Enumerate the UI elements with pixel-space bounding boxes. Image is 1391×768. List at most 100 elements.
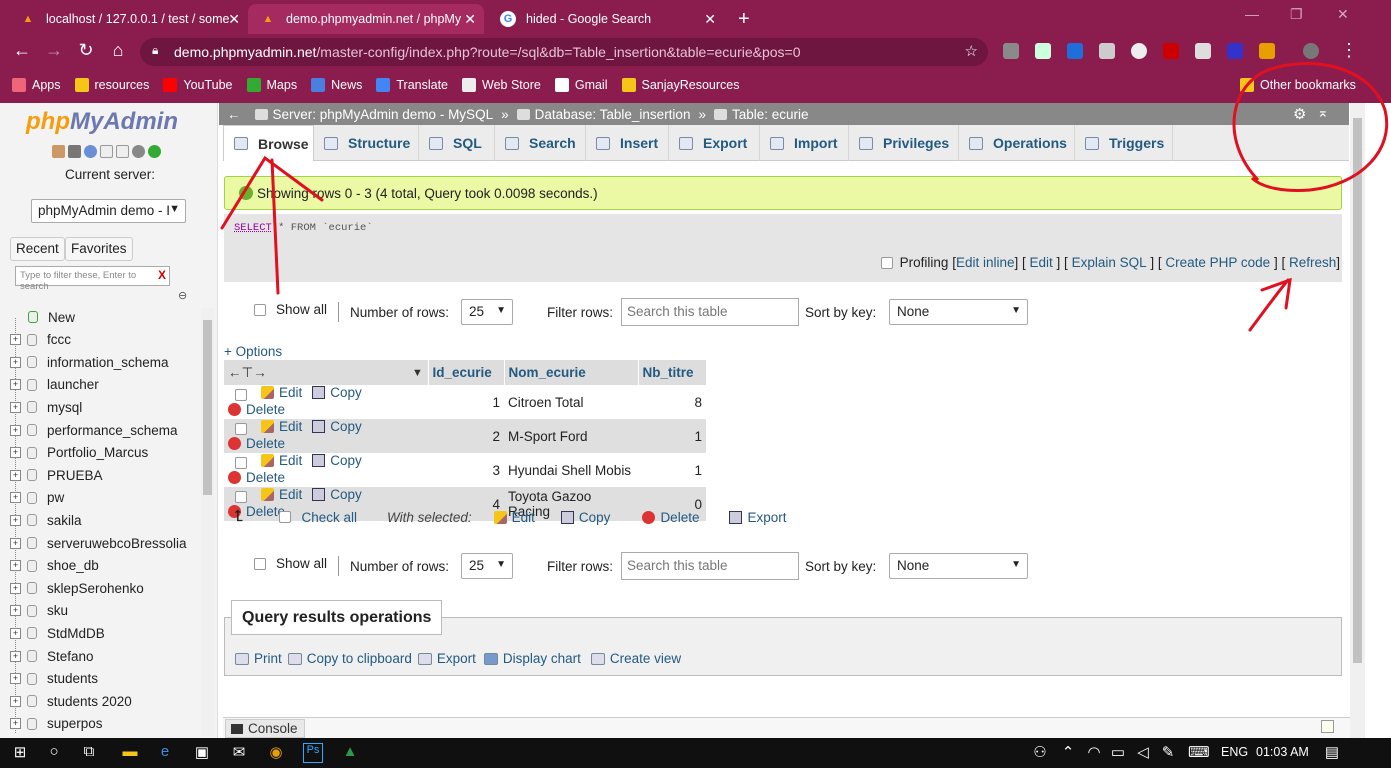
bookmark-translate[interactable]: Translate [376, 78, 448, 92]
extension-icon[interactable] [1259, 43, 1275, 59]
tab-operations[interactable]: Operations [959, 125, 1075, 161]
expand-icon[interactable]: + [10, 582, 21, 594]
sort-by-key-select[interactable]: None ▼ [889, 553, 1028, 579]
photoshop-icon[interactable]: Ps [303, 743, 323, 763]
explain-sql-link[interactable]: Explain SQL [1072, 255, 1147, 270]
extension-icon[interactable] [1099, 43, 1115, 59]
home-icon[interactable]: ⌂ [106, 40, 130, 61]
cell-nb[interactable]: 1 [638, 453, 706, 487]
show-all-bottom[interactable]: Show all [254, 556, 327, 571]
tree-database-item[interactable]: + pw [10, 488, 64, 508]
edit-link[interactable]: Edit [1030, 255, 1053, 270]
tree-database-item[interactable]: + launcher [10, 375, 99, 395]
cell-nb[interactable]: 1 [638, 419, 706, 453]
tree-database-item[interactable]: + Stefano [10, 646, 94, 666]
bookmark-maps[interactable]: Maps [246, 78, 297, 92]
create-php-code-link[interactable]: Create PHP code [1165, 255, 1270, 270]
console-button[interactable]: Console [225, 719, 305, 738]
search-icon[interactable]: ○ [44, 743, 64, 763]
phpmyadmin-logo[interactable]: phpMyAdmin [26, 108, 178, 136]
help-icon[interactable] [84, 145, 97, 158]
collapse-top-icon[interactable]: ⌅ [1317, 104, 1329, 121]
expand-icon[interactable]: + [10, 424, 21, 436]
browser-tab-localhost[interactable]: ▲ localhost / 127.0.0.1 / test / some ✕ [8, 4, 248, 34]
show-all-checkbox[interactable] [254, 303, 266, 316]
filter-rows-input[interactable]: Search this table [621, 298, 799, 326]
database-filter-input[interactable]: Type to filter these, Enter to search X [15, 266, 170, 292]
edit-inline-link[interactable]: Edit inline [956, 255, 1015, 270]
tree-database-item[interactable]: + PRUEBA [10, 465, 103, 485]
drive-extension-icon[interactable] [1003, 43, 1019, 59]
wifi-icon[interactable]: ◠ [1084, 743, 1104, 763]
expand-icon[interactable]: + [10, 627, 21, 639]
sort-by-key-select[interactable]: None ▼ [889, 299, 1028, 325]
tree-database-item[interactable]: + StdMdDB [10, 623, 105, 643]
expand-icon[interactable]: + [10, 356, 21, 368]
tab-structure[interactable]: Structure [314, 125, 419, 161]
logout-icon[interactable] [68, 145, 81, 158]
extension-icon[interactable] [1195, 43, 1211, 59]
cell-id[interactable]: 1 [428, 385, 504, 419]
tree-database-item[interactable]: + sku [10, 601, 68, 621]
expand-icon[interactable]: + [10, 718, 21, 730]
cell-nb[interactable]: 8 [638, 385, 706, 419]
task-view-icon[interactable]: ⧉ [79, 743, 99, 763]
expand-icon[interactable]: + [10, 401, 21, 413]
language-indicator[interactable]: ENG [1221, 745, 1248, 759]
bookmark-resources[interactable]: resources [74, 78, 149, 92]
tab-triggers[interactable]: Triggers [1075, 125, 1173, 161]
row-checkbox[interactable] [235, 389, 247, 402]
extension-icon[interactable] [1067, 43, 1083, 59]
console-options-icon[interactable] [1321, 720, 1334, 733]
breadcrumb-database[interactable]: Database: Table_insertion [535, 107, 691, 122]
new-tab-button[interactable]: + [730, 4, 760, 34]
row-checkbox[interactable] [235, 491, 247, 504]
address-bar[interactable]: 🔒︎ demo.phpmyadmin.net/master-config/ind… [140, 38, 988, 66]
cell-nom[interactable]: M-Sport Ford [504, 419, 638, 453]
close-tab-icon[interactable]: ✕ [704, 11, 716, 28]
clear-filter-icon[interactable]: X [158, 268, 166, 282]
expand-icon[interactable]: + [10, 447, 21, 459]
maximize-icon[interactable]: ❐ [1290, 6, 1303, 23]
print-link[interactable]: Print [254, 651, 282, 666]
row-copy-button[interactable]: Copy [312, 453, 362, 468]
bookmark-webstore[interactable]: Web Store [462, 78, 541, 92]
link-icon[interactable]: ⊖ [178, 289, 187, 302]
tab-sql[interactable]: SQL [419, 125, 495, 161]
drive-icon[interactable]: ▲ [340, 743, 360, 763]
close-tab-icon[interactable]: ✕ [228, 11, 240, 28]
nav-scrollbar[interactable] [201, 308, 214, 736]
tree-database-item[interactable]: + mysql [10, 397, 82, 417]
menu-dots-icon[interactable]: ⋮ [1340, 40, 1358, 61]
settings-gear-icon[interactable]: ⚙ [1293, 105, 1306, 123]
expand-icon[interactable]: + [10, 560, 21, 572]
row-checkbox[interactable] [235, 457, 247, 470]
browser-tab-google[interactable]: G hided - Google Search ✕ [488, 4, 724, 34]
scrollbar-thumb[interactable] [1353, 118, 1362, 663]
store-icon[interactable]: ▣ [192, 743, 212, 763]
expand-icon[interactable]: + [10, 379, 21, 391]
row-edit-button[interactable]: Edit [261, 487, 302, 502]
row-checkbox[interactable] [235, 423, 247, 436]
row-delete-button[interactable]: Delete [228, 436, 285, 451]
expand-icon[interactable]: + [10, 334, 21, 346]
check-all-label[interactable]: Check all [301, 510, 357, 525]
mail-icon[interactable]: ✉ [229, 743, 249, 763]
tab-privileges[interactable]: Privileges [849, 125, 959, 161]
forward-icon[interactable]: → [42, 40, 66, 61]
cell-id[interactable]: 3 [428, 453, 504, 487]
bookmark-gmail[interactable]: Gmail [554, 78, 608, 92]
bookmark-sanjayresources[interactable]: SanjayResources [621, 78, 739, 92]
pen-icon[interactable]: ✎ [1158, 743, 1178, 763]
row-edit-button[interactable]: Edit [261, 453, 302, 468]
row-delete-button[interactable]: Delete [228, 402, 285, 417]
tree-database-item[interactable]: + information_schema [10, 352, 169, 372]
expand-icon[interactable]: + [10, 537, 21, 549]
minimize-icon[interactable]: — [1245, 6, 1259, 22]
refresh-link[interactable]: Refresh [1289, 255, 1336, 270]
show-all-checkbox[interactable] [254, 557, 266, 570]
file-explorer-icon[interactable]: ▬ [120, 743, 140, 763]
back-icon[interactable]: ← [10, 40, 34, 61]
bookmark-youtube[interactable]: YouTube [163, 78, 233, 92]
tree-database-item[interactable]: + fccc [10, 330, 71, 350]
